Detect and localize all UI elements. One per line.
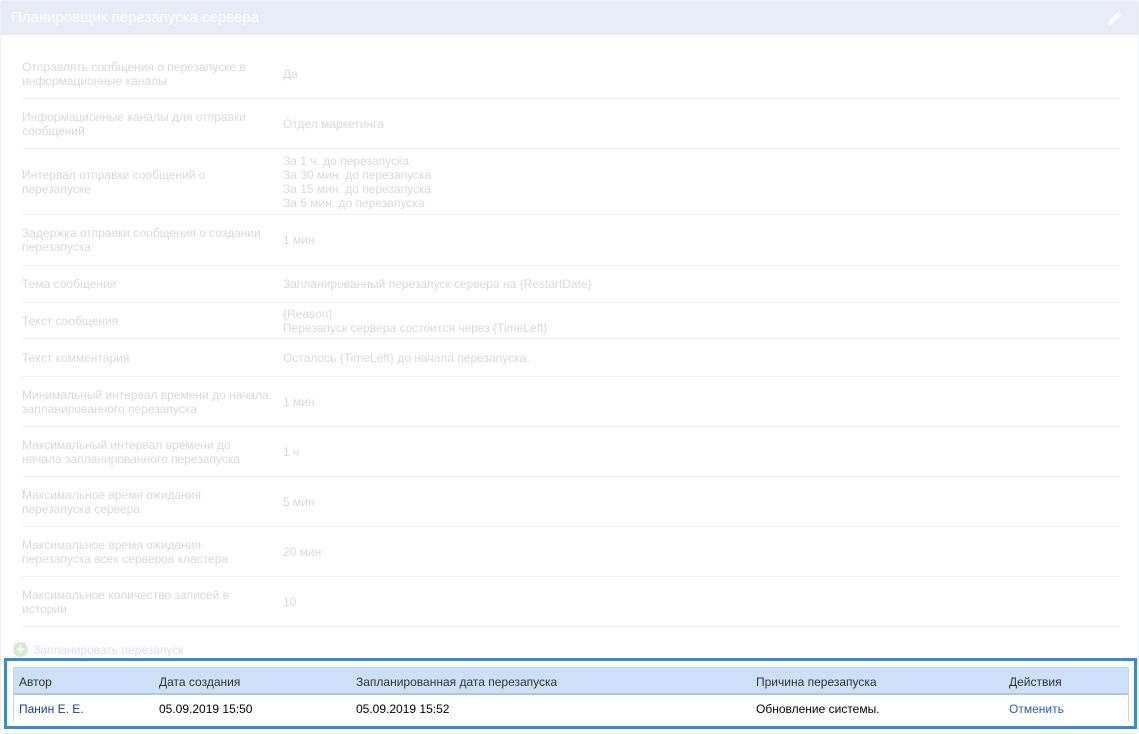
property-row: Задержка отправки сообщения о создании п… [22,215,1121,266]
restart-scheduler-panel: Планировщик перезапуска сервера Отправля… [0,0,1139,734]
property-row: Максимальное время ожидания перезапуска … [22,527,1121,577]
property-row: Максимальное время ожидания перезапуска … [22,477,1121,527]
column-author[interactable]: Автор [19,675,52,689]
schedule-restart-button[interactable]: + Запланировать перезапуск [13,642,184,657]
property-row: Тема сообщения Запланированный перезапуск… [22,266,1121,303]
scheduled-date: 05.09.2019 15:52 [356,702,450,716]
column-reason[interactable]: Причина перезапуска [756,675,877,689]
property-label: Максимальное время ожидания перезапуска … [22,487,201,516]
property-value: Отдел маркетинга [283,116,384,131]
property-value: За 1 ч. до перезапуска За 30 мин. до пер… [283,153,432,210]
property-row: Текст комментария Осталось {TimeLeft} до … [22,339,1121,377]
property-value: Запланированный перезапуск сервера на {R… [283,277,592,291]
column-created[interactable]: Дата создания [159,675,240,689]
property-label: Текст комментария [22,350,130,365]
column-scheduled[interactable]: Запланированная дата перезапуска [356,675,557,689]
schedule-restart-label: Запланировать перезапуск [33,642,184,657]
property-value: Да [283,66,298,81]
property-row: Максимальное количество записей в истори… [22,577,1121,627]
property-row: Интервал отправки сообщений о перезапуск… [22,149,1121,215]
property-row: Информационные каналы для отправки сообщ… [22,99,1121,149]
property-label: Максимальный интервал времени до начала … [22,437,240,466]
property-value: 1 ч [283,444,300,459]
table-header: Автор Дата создания Запланированная дата… [14,668,1128,695]
property-value: 5 мин [283,494,315,509]
property-row: Минимальный интервал времени до начала з… [22,377,1121,427]
property-label: Задержка отправки сообщения о создании п… [22,226,261,254]
author-link[interactable]: Панин Е. Е. [19,702,84,716]
property-value: Осталось {TimeLeft} до начала перезапуск… [283,350,530,365]
plus-icon: + [13,642,28,657]
property-value: 10 [283,594,297,609]
created-date: 05.09.2019 15:50 [159,702,253,716]
property-value: {Reason} Перезапуск сервера состоится че… [283,306,548,335]
restart-table: Автор Дата создания Запланированная дата… [13,667,1129,722]
property-row: Максимальный интервал времени до начала … [22,427,1121,477]
property-label: Информационные каналы для отправки сообщ… [22,109,246,138]
property-value: 1 мин [283,233,315,247]
property-row: Отправлять сообщения о перезапуске в инф… [22,49,1121,99]
property-label: Минимальный интервал времени до начала з… [22,387,269,416]
panel-header: Планировщик перезапуска сервера [1,1,1138,35]
property-label: Тема сообщения [22,277,117,291]
panel-title: Планировщик перезапуска сервера [11,9,260,26]
property-label: Максимальное количество записей в истори… [22,587,230,616]
properties-list: Отправлять сообщения о перезапуске в инф… [22,49,1121,627]
table-row: Панин Е. Е. 05.09.2019 15:50 05.09.2019 … [14,695,1128,722]
property-label: Отправлять сообщения о перезапуске в инф… [22,59,246,88]
property-row: Текст сообщения {Reason} Перезапуск серве… [22,303,1121,339]
restart-history-box: Автор Дата создания Запланированная дата… [4,658,1137,729]
property-label: Текст сообщения [22,313,119,328]
cancel-link[interactable]: Отменить [1009,702,1064,716]
property-value: 1 мин [283,394,315,409]
column-actions: Действия [1009,675,1062,689]
property-value: 20 мин [283,544,322,559]
pencil-icon[interactable] [1106,9,1124,27]
property-label: Максимальное время ожидания перезапуска … [22,537,229,566]
property-label: Интервал отправки сообщений о перезапуск… [22,167,206,196]
restart-reason: Обновление системы. [756,702,880,716]
